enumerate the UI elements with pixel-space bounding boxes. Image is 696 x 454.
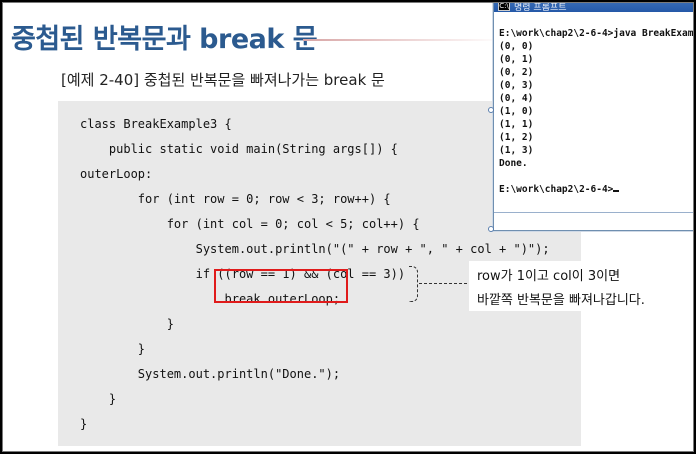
console-prompt: E:\work\chap2\2-6-4>	[499, 184, 614, 195]
break-highlight-box	[214, 269, 348, 303]
code-line: System.out.println("Done.");	[80, 367, 341, 381]
console-line: (1, 0)	[499, 106, 534, 117]
text-cursor	[613, 190, 620, 192]
example-caption: [예제 2-40] 중첩된 반복문을 빠져나가는 break 문	[61, 71, 385, 89]
code-line: System.out.println("(" + row + ", " + co…	[80, 242, 550, 256]
console-line: E:\work\chap2\2-6-4>java BreakExample3	[499, 28, 694, 39]
code-line: }	[80, 342, 146, 356]
console-prompt-line[interactable]: E:\work\chap2\2-6-4>	[499, 184, 620, 195]
console-line: (1, 1)	[499, 119, 534, 130]
console-line: (0, 0)	[499, 41, 534, 52]
console-line: Done.	[499, 158, 528, 169]
code-line: class BreakExample3 {	[80, 117, 232, 131]
title-underline	[303, 39, 503, 41]
callout-line-2: 바깥쪽 반복문을 빠져나갑니다.	[477, 293, 645, 308]
cmd-window-title: 명령 프롬프트	[514, 3, 567, 13]
command-prompt-window[interactable]: C:\ 명령 프롬프트 E:\work\chap2\2-6-4>java Bre…	[493, 2, 694, 231]
code-line: public static void main(String args[]) {	[80, 142, 398, 156]
code-line: for (int col = 0; col < 5; col++) {	[80, 217, 420, 231]
console-line: (0, 4)	[499, 93, 534, 104]
code-line: }	[80, 317, 174, 331]
callout-note: row가 1이고 col이 3이면 바깥쪽 반복문을 빠져나갑니다.	[469, 261, 679, 311]
console-line: (0, 2)	[499, 67, 534, 78]
console-line: (0, 3)	[499, 80, 534, 91]
slide: 중첩된 반복문과 break 문 [예제 2-40] 중첩된 반복문을 빠져나가…	[2, 2, 694, 452]
callout-brace	[409, 266, 418, 302]
console-line: (1, 3)	[499, 145, 534, 156]
console-line: (0, 1)	[499, 54, 534, 65]
resize-handle[interactable]	[488, 226, 494, 232]
console-line: (1, 2)	[499, 132, 534, 143]
code-line: }	[80, 417, 88, 431]
cmd-bottom-edge	[494, 212, 693, 213]
code-line: for (int row = 0; row < 3; row++) {	[80, 192, 391, 206]
code-line: }	[80, 392, 117, 406]
callout-line-1: row가 1이고 col이 3이면	[477, 269, 621, 284]
cmd-titlebar[interactable]: C:\ 명령 프롬프트	[494, 2, 693, 13]
slide-title: 중첩된 반복문과 break 문	[11, 24, 318, 55]
callout-connector	[419, 283, 467, 284]
resize-handle[interactable]	[488, 107, 494, 113]
console-icon: C:\	[498, 2, 510, 11]
code-line: outerLoop:	[80, 167, 153, 181]
